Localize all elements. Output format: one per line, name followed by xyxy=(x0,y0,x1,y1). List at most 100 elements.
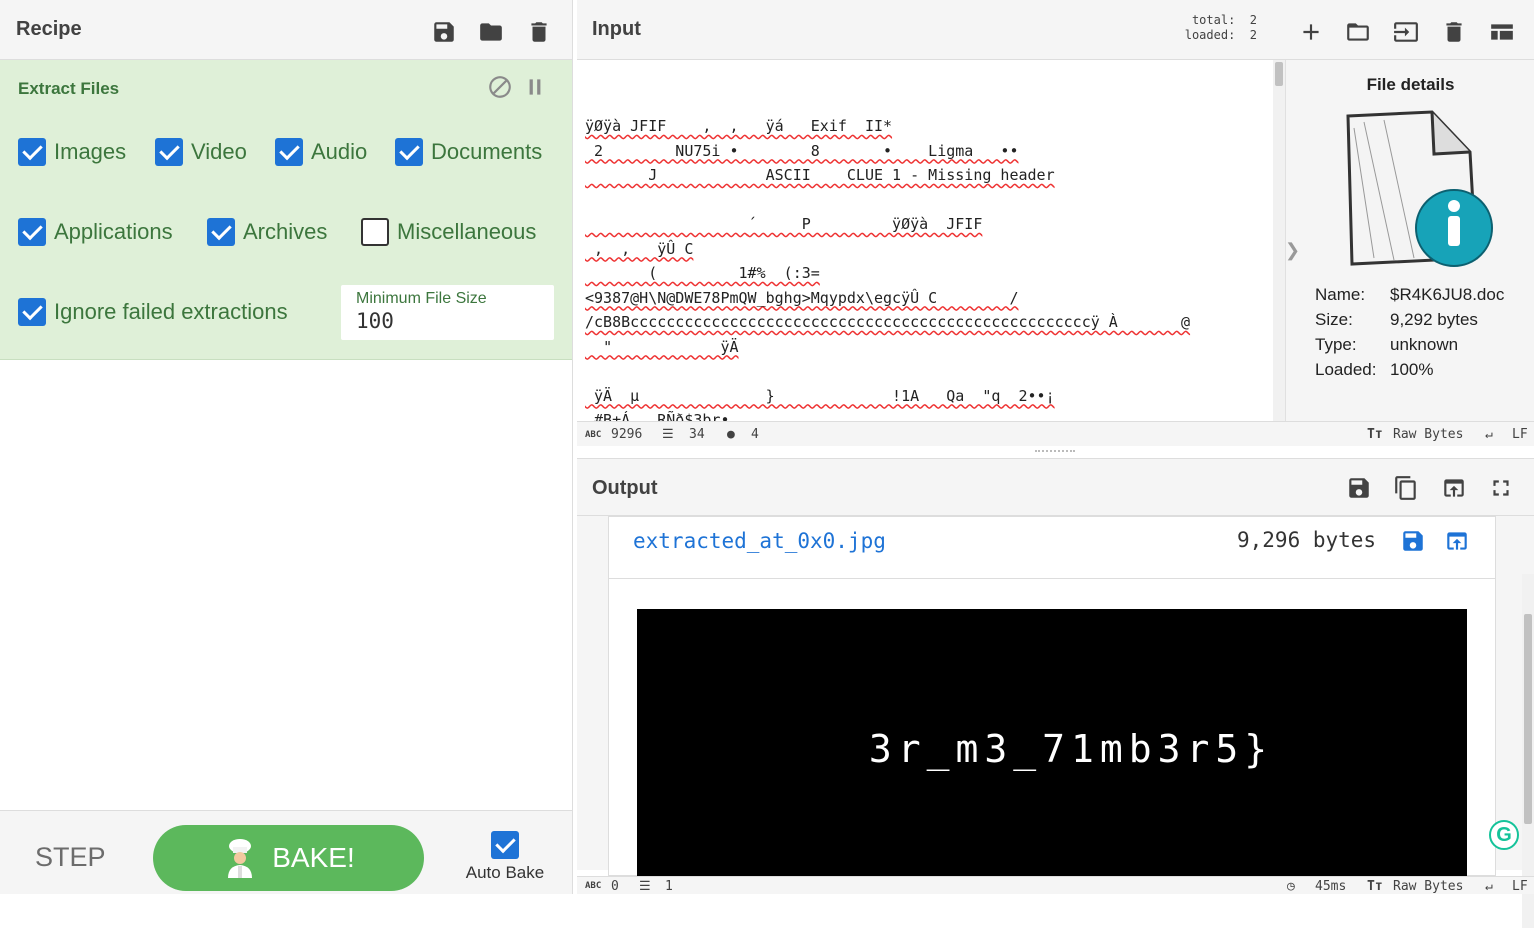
autobake-toggle[interactable]: Auto Bake xyxy=(463,831,547,883)
checkbox-documents[interactable]: Documents xyxy=(395,138,542,166)
input-scrollbar[interactable] xyxy=(1273,60,1285,421)
detail-size-label: Size: xyxy=(1315,310,1353,329)
output-eol[interactable]: LF xyxy=(1512,879,1528,894)
input-eol[interactable]: LF xyxy=(1512,427,1528,442)
checkbox-images[interactable]: Images xyxy=(18,138,126,166)
add-input-tab-button[interactable] xyxy=(1297,18,1325,46)
replace-input-button[interactable] xyxy=(1440,474,1468,502)
input-line: ( 1#% (:3= xyxy=(585,264,820,282)
checkbox-miscellaneous-box[interactable] xyxy=(361,218,389,246)
eol-icon: ↵ xyxy=(1485,879,1493,894)
save-recipe-button[interactable] xyxy=(430,18,458,46)
folder-open-icon xyxy=(1347,23,1369,41)
trash-icon xyxy=(1446,22,1462,42)
file-details-panel: File details Name: $R4K6JU8.doc Size: 9,29… xyxy=(1285,60,1534,421)
input-encoding[interactable]: Raw Bytes xyxy=(1393,427,1463,442)
input-char-count: 9296 xyxy=(611,427,643,442)
grammarly-icon[interactable]: G xyxy=(1489,820,1519,850)
input-scrollbar-thumb[interactable] xyxy=(1275,62,1283,86)
block-icon xyxy=(489,76,511,98)
open-in-browser-icon xyxy=(1447,532,1467,550)
checkbox-audio[interactable]: Audio xyxy=(275,138,367,166)
output-pane: Output extracted_at_0x0.jpg 9,296 bytes xyxy=(577,458,1534,928)
checkbox-ignore-failed[interactable]: Ignore failed extractions xyxy=(18,298,288,326)
move-to-input-button[interactable] xyxy=(1443,527,1471,555)
detail-name-label: Name: xyxy=(1315,285,1366,304)
detail-name-value: $R4K6JU8.doc xyxy=(1390,285,1505,304)
output-encoding[interactable]: Raw Bytes xyxy=(1393,879,1463,894)
checkbox-applications[interactable]: Applications xyxy=(18,218,173,246)
maximise-output-button[interactable] xyxy=(1487,474,1515,502)
detail-loaded-label: Loaded: xyxy=(1315,360,1377,379)
horizontal-divider[interactable] xyxy=(577,446,1534,458)
checkbox-video-label: Video xyxy=(191,139,247,164)
clear-input-button[interactable] xyxy=(1440,18,1468,46)
divider-grip[interactable] xyxy=(1035,450,1075,454)
detail-loaded: Loaded: 100% xyxy=(1315,360,1433,380)
extracted-file-name[interactable]: extracted_at_0x0.jpg xyxy=(633,529,886,553)
total-value: 2 xyxy=(1249,13,1257,27)
save-output-button[interactable] xyxy=(1345,474,1373,502)
min-file-size-input[interactable]: 100 xyxy=(356,309,394,333)
min-file-size-label: Minimum File Size xyxy=(356,290,487,307)
open-folder-button[interactable] xyxy=(1344,18,1372,46)
abc-icon: ABC xyxy=(585,881,602,891)
extracted-file-size: 9,296 bytes xyxy=(1237,528,1377,552)
checkbox-documents-box[interactable] xyxy=(395,138,423,166)
checkbox-applications-box[interactable] xyxy=(18,218,46,246)
copy-output-button[interactable] xyxy=(1392,474,1420,502)
extracted-file-header: extracted_at_0x0.jpg 9,296 bytes xyxy=(609,517,1495,579)
checkbox-images-box[interactable] xyxy=(18,138,46,166)
output-char-count: 0 xyxy=(611,879,619,894)
output-scrollbar-thumb[interactable] xyxy=(1524,614,1532,824)
checkbox-audio-label: Audio xyxy=(311,139,368,164)
chef-icon xyxy=(228,839,253,878)
detail-size: Size: 9,292 bytes xyxy=(1315,310,1478,330)
open-file-button[interactable] xyxy=(1392,18,1420,46)
plus-icon xyxy=(1303,24,1319,40)
detail-type-label: Type: xyxy=(1315,335,1357,354)
step-button[interactable]: STEP xyxy=(35,842,106,873)
copy-icon xyxy=(1395,476,1416,500)
input-line: <9387@H\N@DWE78PmQW_bghg>Mqypdx\egcÿÛ C … xyxy=(585,288,1019,307)
output-scrollbar[interactable] xyxy=(1522,574,1534,928)
checkbox-documents-label: Documents xyxy=(431,139,543,164)
input-line-count: 34 xyxy=(689,427,705,442)
clear-recipe-button[interactable] xyxy=(525,18,553,46)
bake-button[interactable]: BAKE! xyxy=(153,825,424,891)
checkbox-archives-label: Archives xyxy=(243,219,328,244)
detail-type: Type: unknown xyxy=(1315,335,1458,355)
encoding-icon: Tт xyxy=(1367,427,1383,442)
checkbox-ignore-failed-label: Ignore failed extractions xyxy=(54,299,288,324)
download-file-button[interactable] xyxy=(1399,527,1427,555)
disable-operation-button[interactable] xyxy=(487,74,513,100)
checkbox-video[interactable]: Video xyxy=(155,138,247,166)
pause-operation-button[interactable] xyxy=(522,74,548,100)
checkbox-applications-label: Applications xyxy=(54,219,173,244)
bake-label: BAKE! xyxy=(272,842,355,873)
checkbox-miscellaneous[interactable]: Miscellaneous xyxy=(361,218,536,246)
image-text: 3r_m3_71mb3r5} xyxy=(868,727,1274,771)
bake-bar: STEP BAKE! Auto Bake xyxy=(0,810,572,894)
input-file-icon xyxy=(1394,22,1418,42)
checkbox-video-box[interactable] xyxy=(155,138,183,166)
load-recipe-button[interactable] xyxy=(477,18,505,46)
checkbox-audio-box[interactable] xyxy=(275,138,303,166)
checkbox-ignore-failed-box[interactable] xyxy=(18,298,46,326)
input-position: 4 xyxy=(751,427,759,442)
input-text-lines: ÿØÿà JFIF , , ÿá Exif II* 2 NU75i • 8 • … xyxy=(585,114,1266,421)
collapse-details-chevron-icon[interactable]: ❯ xyxy=(1285,240,1300,290)
reset-layout-button[interactable] xyxy=(1488,18,1516,46)
file-info-icon xyxy=(1346,110,1493,267)
input-line xyxy=(585,188,1266,213)
operation-extract-files[interactable]: Extract Files Images Video Audio Documen… xyxy=(0,60,572,360)
checkbox-archives-box[interactable] xyxy=(207,218,235,246)
checkbox-archives[interactable]: Archives xyxy=(207,218,327,246)
output-status-bar: ABC 0 ☰ 1 ◷ 45ms Tт Raw Bytes ↵ LF xyxy=(577,876,1534,894)
input-text-area[interactable]: ÿØÿà JFIF , , ÿá Exif II* 2 NU75i • 8 • … xyxy=(577,60,1274,421)
fullscreen-icon xyxy=(1493,480,1509,496)
clock-icon: ◷ xyxy=(1287,879,1295,894)
autobake-checkbox[interactable] xyxy=(491,831,519,859)
open-in-browser-icon xyxy=(1444,479,1464,497)
min-file-size-field[interactable]: Minimum File Size 100 xyxy=(341,285,554,340)
